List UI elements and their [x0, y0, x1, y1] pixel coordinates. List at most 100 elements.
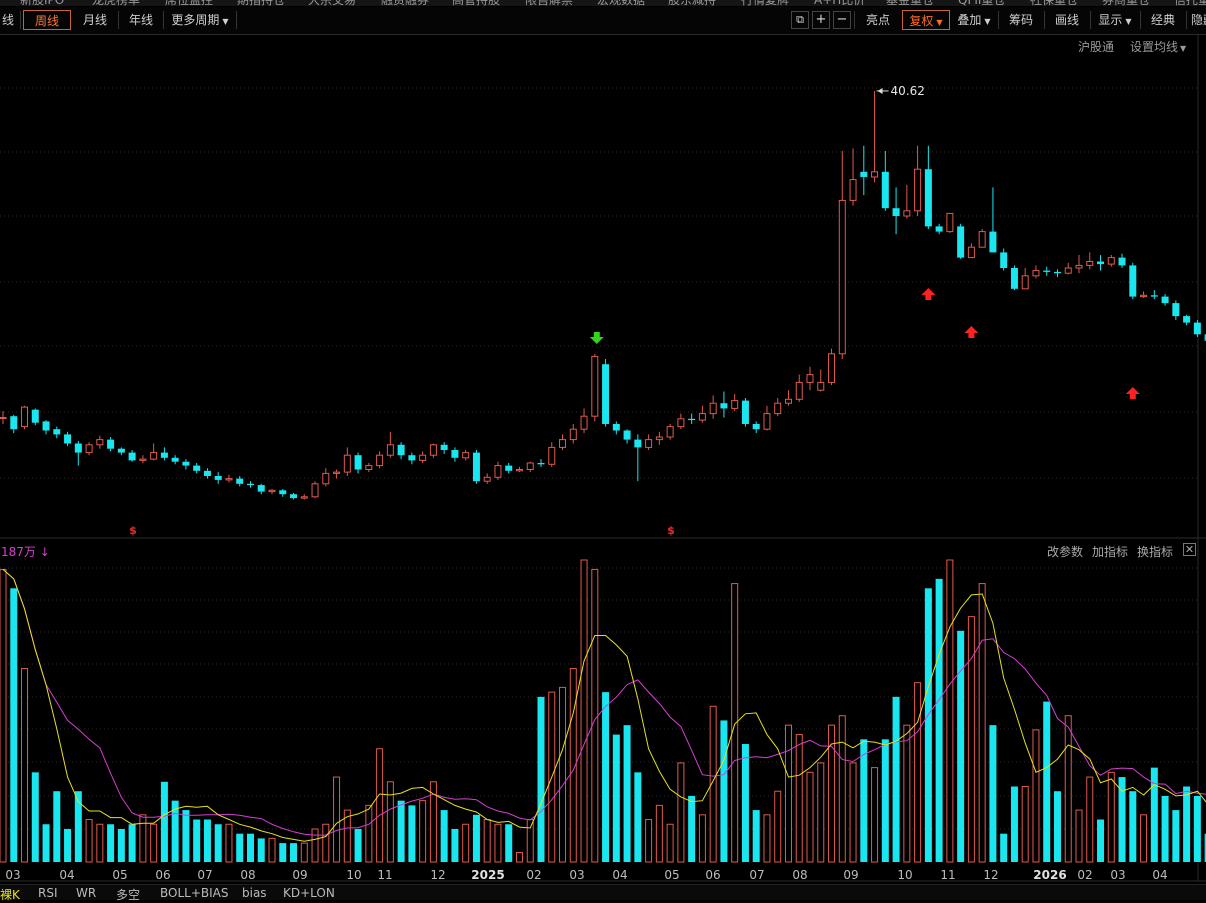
x-axis-label: 07 — [749, 868, 764, 882]
volume-bar — [505, 824, 513, 862]
volume-bar — [408, 805, 416, 862]
candle-body — [1075, 264, 1083, 269]
volume-bar — [817, 762, 825, 863]
candle-body — [709, 402, 717, 415]
candle-body — [634, 439, 642, 448]
volume-bar — [139, 814, 147, 863]
volume-bar — [1183, 786, 1191, 862]
candle-body — [741, 400, 749, 424]
candle-body — [817, 381, 825, 391]
volume-bar — [795, 734, 803, 863]
volume-bar — [935, 578, 943, 862]
kline-chart[interactable]: 40.62 $ $03 04 05 06 07 08 09 10 11 12 2025 02 03 04 05 0… — [0, 0, 1206, 899]
volume-bar — [806, 771, 814, 863]
candle-body — [720, 403, 728, 409]
candle-body — [462, 452, 470, 459]
x-axis-label: 06 — [155, 868, 170, 882]
arrow-down-icon: ↓ — [39, 545, 50, 559]
candle-body — [752, 424, 760, 430]
volume-bar — [451, 828, 459, 862]
volume-bar — [602, 692, 610, 862]
volume-bar — [537, 696, 545, 862]
candle-body — [1107, 257, 1115, 265]
candle-body — [559, 439, 567, 448]
volume-bar — [96, 823, 104, 863]
candle-body — [376, 454, 384, 467]
volume-bar — [397, 800, 405, 862]
volume-bar — [1043, 701, 1051, 862]
candle-body — [515, 469, 523, 472]
volume-bar — [784, 724, 792, 863]
candle-body — [429, 444, 437, 456]
candle-body — [1032, 270, 1040, 277]
candle-body — [171, 457, 179, 462]
x-axis-label: 04 — [59, 868, 74, 882]
x-axis-label: 09 — [843, 868, 858, 882]
indicator-tab-wr[interactable]: WR — [76, 886, 96, 900]
candle-body — [914, 168, 922, 212]
candle-body — [322, 472, 330, 485]
candle-body — [10, 416, 18, 430]
indicator-tab-kd-lon[interactable]: KD+LON — [283, 886, 335, 900]
candle-body — [602, 364, 610, 424]
volume-bar — [472, 814, 480, 862]
candle-body — [1086, 261, 1094, 266]
volume-bar — [31, 772, 39, 862]
volume-bar — [214, 824, 222, 862]
volume-bar — [257, 838, 265, 862]
volume-bar — [526, 819, 534, 863]
volume-bar — [612, 734, 620, 862]
volume-bar — [1064, 715, 1072, 863]
candle-body — [246, 483, 254, 486]
volume-bar — [300, 842, 308, 863]
close-icon[interactable]: ✕ — [1183, 543, 1196, 556]
x-axis-label: 02 — [526, 868, 541, 882]
volume-bar — [741, 744, 749, 862]
volume-bar — [0, 568, 7, 863]
volume-bar — [967, 616, 975, 863]
volume-bar — [53, 791, 61, 862]
candle-body — [300, 496, 308, 499]
volume-bar — [117, 828, 125, 862]
candle-body — [96, 439, 104, 446]
volume-bar — [849, 762, 857, 863]
volume-bar — [1161, 795, 1169, 862]
indicator-tab-rsi[interactable]: RSI — [38, 886, 58, 900]
candle-body — [483, 476, 491, 482]
indicator-tab-bare-k[interactable]: 裸K — [0, 886, 20, 903]
volume-bar — [978, 583, 986, 863]
volume-bar — [462, 823, 470, 863]
volume-bar — [246, 833, 254, 862]
volume-bar — [85, 819, 93, 863]
volume-bar — [160, 781, 168, 862]
candle-body — [203, 470, 211, 476]
volume-bar — [580, 559, 588, 863]
volume-bar — [311, 828, 319, 863]
volume-bar — [903, 724, 911, 863]
x-axis-label: 2026 — [1033, 868, 1066, 882]
indicator-tab-boll-bias[interactable]: BOLL+BIAS — [160, 886, 229, 900]
candle-body — [1118, 257, 1126, 266]
indicator-tab-bias[interactable]: bias — [242, 886, 267, 900]
volume-bar — [365, 804, 373, 863]
change-params-button[interactable]: 改参数 — [1047, 543, 1083, 560]
volume-bar — [333, 776, 341, 863]
candle-body — [279, 490, 287, 495]
x-axis-label: 11 — [377, 868, 392, 882]
volume-bar — [1032, 729, 1040, 863]
candle-body — [774, 402, 782, 415]
x-axis-label: 05 — [112, 868, 127, 882]
add-indicator-button[interactable]: 加指标 — [1092, 543, 1128, 560]
event-marker: $ — [667, 524, 675, 537]
x-axis-label: 03 — [569, 868, 584, 882]
volume-bar — [989, 725, 997, 862]
volume-bar — [1107, 771, 1115, 863]
candle-body — [537, 463, 545, 465]
buy-signal-icon — [1125, 387, 1140, 399]
indicator-tab-duokong[interactable]: 多空 — [116, 886, 140, 903]
switch-indicator-button[interactable]: 换指标 — [1137, 543, 1173, 560]
candle-body — [688, 418, 696, 421]
candle-body — [612, 424, 620, 431]
candle-body — [107, 439, 115, 449]
x-axis-label: 04 — [1152, 868, 1167, 882]
